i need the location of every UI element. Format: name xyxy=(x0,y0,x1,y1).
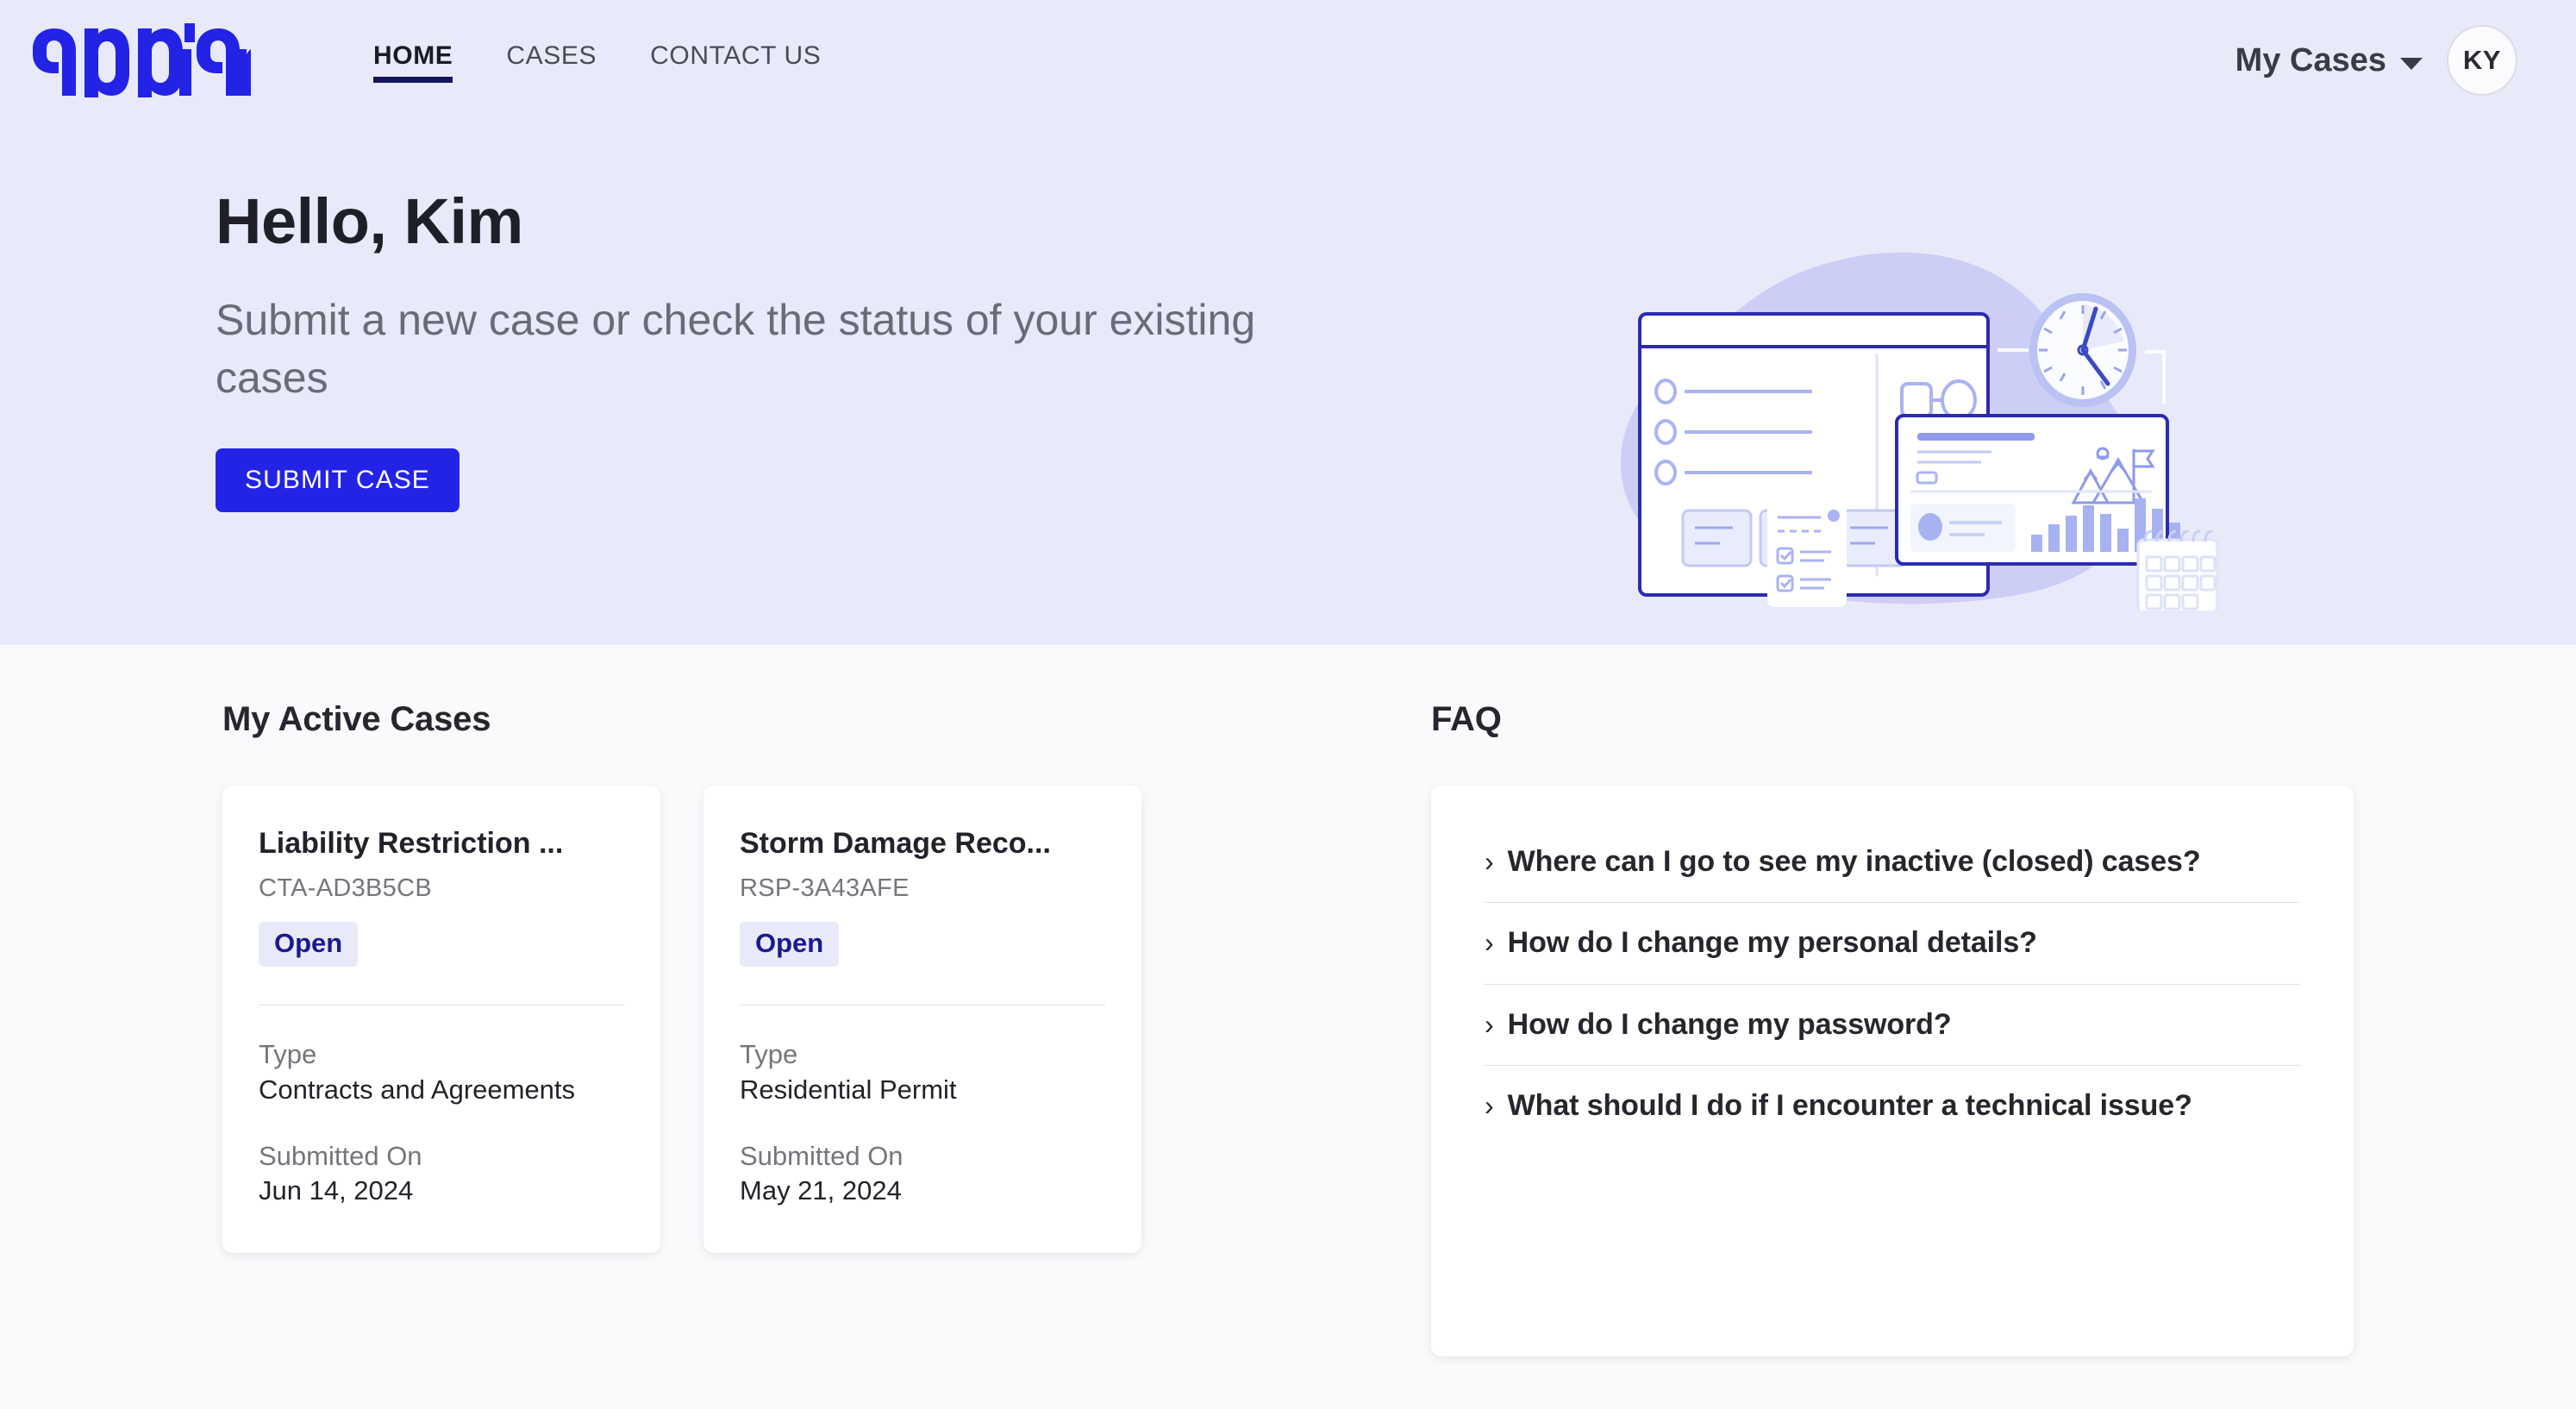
case-type-label: Type xyxy=(259,1039,317,1070)
faq-item[interactable]: › How do I change my password? xyxy=(1485,985,2300,1065)
faq-section: FAQ › Where can I go to see my inactive … xyxy=(1431,700,2576,1409)
case-submitted-label: Submitted On xyxy=(740,1140,903,1171)
chevron-right-icon: › xyxy=(1485,1008,1494,1040)
status-badge: Open xyxy=(259,922,359,968)
case-card-list: Liability Restriction ... CTA-AD3B5CB Op… xyxy=(222,786,1431,1254)
faq-item[interactable]: › Where can I go to see my inactive (clo… xyxy=(1485,836,2300,902)
case-card[interactable]: Storm Damage Reco... RSP-3A43AFE Open Ty… xyxy=(703,786,1141,1254)
case-title: Storm Damage Reco... xyxy=(740,827,1051,860)
faq-question: Where can I go to see my inactive (close… xyxy=(1507,845,2201,878)
faq-item[interactable]: › How do I change my personal details? xyxy=(1485,903,2300,983)
faq-question: How do I change my password? xyxy=(1507,1007,1952,1041)
case-type-field: Type Residential Permit xyxy=(740,1038,1105,1107)
hero-banner: Hello, Kim Submit a new case or check th… xyxy=(0,121,2576,645)
case-management-illustration xyxy=(1621,252,2219,611)
primary-nav: HOME CASES CONTACT US xyxy=(373,41,821,83)
case-submitted-value: Jun 14, 2024 xyxy=(259,1175,414,1206)
status-badge: Open xyxy=(740,922,840,968)
appian-logo[interactable] xyxy=(31,23,251,97)
faq-title: FAQ xyxy=(1431,700,1502,738)
faq-question: What should I do if I encounter a techni… xyxy=(1507,1089,2192,1123)
faq-item[interactable]: › What should I do if I encounter a tech… xyxy=(1485,1066,2300,1146)
calendar-icon xyxy=(2136,529,2219,611)
page-title: Hello, Kim xyxy=(216,185,523,257)
my-cases-dropdown[interactable]: My Cases xyxy=(2235,42,2423,79)
case-type-value: Contracts and Agreements xyxy=(259,1074,576,1105)
case-type-value: Residential Permit xyxy=(740,1074,957,1105)
case-type-label: Type xyxy=(740,1039,798,1070)
avatar[interactable]: KY xyxy=(2447,25,2517,96)
chevron-down-icon xyxy=(2400,58,2423,70)
case-type-field: Type Contracts and Agreements xyxy=(259,1038,624,1107)
faq-card: › Where can I go to see my inactive (clo… xyxy=(1431,786,2354,1356)
case-id: RSP-3A43AFE xyxy=(740,874,910,903)
case-id: CTA-AD3B5CB xyxy=(259,874,432,903)
checklist-document xyxy=(1767,500,1847,607)
case-submitted-label: Submitted On xyxy=(259,1140,422,1171)
case-submitted-field: Submitted On May 21, 2024 xyxy=(740,1140,1105,1209)
case-card[interactable]: Liability Restriction ... CTA-AD3B5CB Op… xyxy=(222,786,660,1254)
submit-case-button[interactable]: SUBMIT CASE xyxy=(216,448,460,512)
faq-question: How do I change my personal details? xyxy=(1507,926,2037,960)
active-cases-title: My Active Cases xyxy=(222,700,491,738)
hero-text-block: Hello, Kim Submit a new case or check th… xyxy=(0,121,1345,645)
my-cases-label: My Cases xyxy=(2235,41,2386,78)
hero-subtitle: Submit a new case or check the status of… xyxy=(216,296,1256,402)
chevron-right-icon: › xyxy=(1485,846,1494,877)
nav-item-contact-us[interactable]: CONTACT US xyxy=(650,41,821,83)
chevron-right-icon: › xyxy=(1485,927,1494,959)
case-submitted-field: Submitted On Jun 14, 2024 xyxy=(259,1140,624,1209)
clock-icon xyxy=(2029,293,2136,407)
active-cases-section: My Active Cases Liability Restriction ..… xyxy=(0,700,1431,1409)
main-content: My Active Cases Liability Restriction ..… xyxy=(0,645,2576,1409)
nav-item-cases[interactable]: CASES xyxy=(506,41,597,83)
site-header: HOME CASES CONTACT US My Cases KY xyxy=(0,0,2576,121)
case-submitted-value: May 21, 2024 xyxy=(740,1175,902,1206)
header-right: My Cases KY xyxy=(2235,25,2517,96)
case-title: Liability Restriction ... xyxy=(259,827,564,860)
nav-item-home[interactable]: HOME xyxy=(373,41,453,83)
chevron-right-icon: › xyxy=(1485,1090,1494,1122)
